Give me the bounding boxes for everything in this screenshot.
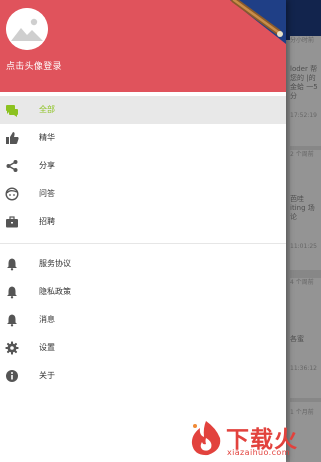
- menu-item-messages[interactable]: 消息: [0, 306, 286, 334]
- forum-icon: [6, 105, 18, 117]
- avatar[interactable]: [6, 8, 48, 50]
- menu-item-qa[interactable]: 问答: [0, 180, 286, 208]
- watermark: 下载火 xiazaihuo.com: [186, 418, 321, 462]
- menu-item-label: 设置: [39, 343, 55, 352]
- bell-icon: [7, 286, 17, 299]
- menu-item-label: 问答: [39, 189, 55, 198]
- menu-item-label: 全部: [39, 105, 55, 114]
- menu-item-share[interactable]: 分享: [0, 152, 286, 180]
- menu-item-label: 关于: [39, 371, 55, 380]
- navigation-drawer: 点击头像登录 全部 精华 分享 问答 招聘 服务协议 隐私政策 消息 设置 关于: [0, 0, 286, 462]
- image-placeholder-icon: [6, 8, 48, 50]
- share-icon: [6, 160, 18, 172]
- gear-icon: [5, 341, 19, 355]
- menu-item-label: 服务协议: [39, 259, 71, 268]
- bell-icon: [7, 258, 17, 271]
- menu-item-label: 分享: [39, 161, 55, 170]
- thumb-up-icon: [6, 132, 19, 144]
- drawer-menu: 全部 精华 分享 问答 招聘 服务协议 隐私政策 消息 设置 关于: [0, 96, 286, 390]
- menu-item-label: 隐私政策: [39, 287, 71, 296]
- menu-item-featured[interactable]: 精华: [0, 124, 286, 152]
- menu-item-settings[interactable]: 设置: [0, 334, 286, 362]
- menu-item-terms[interactable]: 服务协议: [0, 250, 286, 278]
- info-icon: [6, 370, 18, 382]
- menu-item-about[interactable]: 关于: [0, 362, 286, 390]
- menu-item-label: 消息: [39, 315, 55, 324]
- menu-divider: [0, 243, 286, 244]
- drawer-header: 点击头像登录: [0, 0, 286, 92]
- flame-logo-icon: [191, 421, 221, 456]
- menu-item-privacy[interactable]: 隐私政策: [0, 278, 286, 306]
- menu-item-label: 精华: [39, 133, 55, 142]
- menu-item-jobs[interactable]: 招聘: [0, 208, 286, 236]
- bell-icon: [7, 314, 17, 327]
- briefcase-icon: [6, 216, 18, 228]
- menu-item-all[interactable]: 全部: [0, 96, 286, 124]
- watermark-url: xiazaihuo.com: [227, 448, 290, 457]
- menu-item-label: 招聘: [39, 217, 55, 226]
- header-decoration: [230, 0, 286, 44]
- login-prompt[interactable]: 点击头像登录: [6, 59, 62, 72]
- face-icon: [5, 187, 19, 201]
